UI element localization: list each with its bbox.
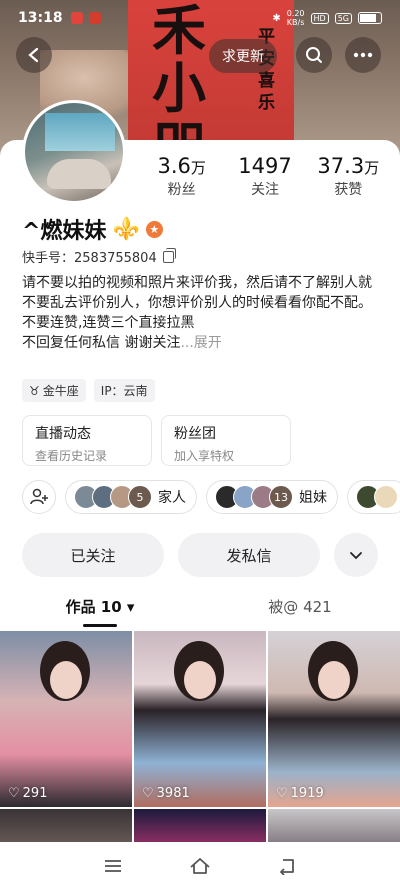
stat-likes[interactable]: 37.3万 获赞	[307, 154, 390, 199]
signal-5g-icon: 5G	[334, 12, 352, 24]
battery-icon	[358, 12, 382, 24]
fan-club-title: 粉丝团	[174, 426, 216, 442]
add-user-icon	[30, 488, 48, 505]
video-likes-count: 3981	[156, 786, 190, 801]
taurus-icon: ♉	[29, 383, 40, 398]
bio-line: 不要连赞,连赞三个直接拉黑	[22, 315, 195, 331]
tab-works-label: 作品 10	[65, 598, 122, 616]
home-icon	[190, 857, 210, 874]
more-button[interactable]	[345, 37, 381, 73]
kuaishou-id: 2583755804	[74, 251, 157, 266]
group-more-chip[interactable]	[347, 480, 400, 514]
zodiac-tag: ♉ 金牛座	[22, 379, 86, 402]
live-history-subtitle: 查看历史记录	[35, 449, 108, 463]
bio-line: 不回复任何私信 谢谢关注...展开	[22, 333, 382, 353]
video-thumbnail[interactable]: ♡ 3981	[134, 631, 266, 807]
home-nav-button[interactable]	[189, 857, 211, 875]
video-likes: ♡ 3981	[142, 786, 190, 801]
live-history-title: 直播动态	[35, 426, 91, 442]
add-friend-button[interactable]	[22, 480, 56, 514]
stat-likes-label: 获赞	[334, 182, 363, 198]
stat-followers[interactable]: 3.6万 粉丝	[140, 154, 223, 199]
member-count: 13	[269, 485, 293, 509]
live-history-box[interactable]: 直播动态 查看历史记录	[22, 415, 152, 466]
feature-boxes: 直播动态 查看历史记录 粉丝团 加入享特权	[22, 415, 291, 466]
group-family-label: 家人	[158, 490, 186, 506]
fleur-de-lis-icon: ⚜️	[112, 216, 140, 242]
chevron-left-icon	[28, 47, 39, 63]
group-sisters-chip[interactable]: 13 姐妹	[206, 480, 338, 514]
search-icon	[306, 47, 322, 63]
bio-line: 请不要以拍的视频和照片来评价我，然后请不了解别人就不要乱去评价别人，你想评价别人…	[22, 275, 372, 311]
request-update-button[interactable]: 求更新	[209, 39, 277, 73]
video-thumbnail[interactable]: ♡ 1919	[268, 631, 400, 807]
profile-bio: 请不要以拍的视频和照片来评价我，然后请不了解别人就不要乱去评价别人，你想评价别人…	[22, 273, 382, 353]
kuaishou-id-row: 快手号：2583755804	[22, 247, 176, 266]
app-notification-icon	[70, 12, 83, 24]
fan-club-subtitle: 加入享特权	[174, 449, 235, 463]
group-sisters-label: 姐妹	[299, 490, 327, 506]
zodiac-tag-label: 金牛座	[42, 384, 79, 398]
stat-followers-label: 粉丝	[167, 182, 196, 198]
bluetooth-icon: ✱	[272, 12, 281, 24]
video-likes: ♡ 291	[8, 786, 47, 801]
bio-expand-link[interactable]: ...展开	[180, 335, 221, 351]
heart-icon: ♡	[142, 786, 154, 801]
back-arrow-icon	[280, 858, 294, 875]
net-speed-unit: KB/s	[286, 18, 305, 27]
stat-following[interactable]: 1497 关注	[223, 154, 306, 199]
more-options-button[interactable]	[334, 533, 378, 577]
name-row: ^燃妹妹 ⚜️ ★	[22, 213, 163, 245]
tab-mentioned[interactable]: 被@ 421	[200, 596, 400, 625]
profile-stats: 3.6万 粉丝 1497 关注 37.3万 获赞	[140, 154, 390, 199]
video-likes-count: 1919	[290, 786, 324, 801]
heart-icon: ♡	[8, 786, 20, 801]
bio-line-text: 不回复任何私信 谢谢关注	[22, 335, 181, 351]
video-grid: ♡ 291 ♡ 3981 ♡ 1919	[0, 631, 400, 807]
net-speed: 0.20 KB/s	[287, 9, 305, 27]
profile-tags: ♉ 金牛座 IP：云南	[22, 379, 155, 402]
back-nav-button[interactable]	[277, 857, 297, 875]
stat-following-value: 1497	[238, 154, 292, 178]
ip-location-tag: IP：云南	[93, 379, 155, 402]
group-family-chip[interactable]: 5 家人	[65, 480, 197, 514]
followed-button[interactable]: 已关注	[22, 533, 164, 577]
group-chips: 5 家人 13 姐妹	[22, 480, 400, 514]
member-avatar	[374, 485, 398, 509]
video-likes-count: 291	[22, 786, 48, 801]
net-speed-value: 0.20	[286, 9, 305, 18]
hd-icon: HD	[310, 12, 329, 24]
profile-actions: 已关注 发私信	[22, 533, 378, 577]
menu-nav-button[interactable]	[103, 858, 123, 874]
profile-name: ^燃妹妹	[22, 219, 107, 244]
stat-followers-value: 3.6	[157, 154, 191, 178]
kuaishou-id-label: 快手号：	[22, 251, 75, 266]
stat-followers-unit: 万	[190, 159, 206, 177]
stat-likes-unit: 万	[364, 159, 380, 177]
heart-icon: ♡	[276, 786, 288, 801]
system-nav-bar	[0, 842, 400, 889]
tab-works[interactable]: 作品 10 ▾	[0, 596, 200, 627]
send-message-button[interactable]: 发私信	[178, 533, 320, 577]
app-notification-icon	[88, 12, 101, 24]
star-badge-icon[interactable]: ★	[145, 220, 163, 238]
video-likes: ♡ 1919	[276, 786, 324, 801]
avatar[interactable]	[22, 100, 126, 204]
search-button[interactable]	[296, 37, 332, 73]
caret-down-icon: ▾	[126, 598, 135, 616]
status-time: 13:18	[18, 10, 63, 26]
content-tabs: 作品 10 ▾ 被@ 421	[0, 596, 400, 627]
menu-icon	[105, 859, 121, 872]
status-bar: 13:18 ✱ 0.20 KB/s HD 5G	[0, 0, 400, 36]
chevron-down-icon	[350, 552, 362, 560]
member-count: 5	[128, 485, 152, 509]
more-dots-icon	[353, 52, 373, 58]
stat-following-label: 关注	[250, 182, 279, 198]
copy-icon[interactable]	[162, 247, 176, 263]
fan-club-box[interactable]: 粉丝团 加入享特权	[161, 415, 291, 466]
back-button[interactable]	[16, 37, 52, 73]
video-thumbnail[interactable]: ♡ 291	[0, 631, 132, 807]
stat-likes-value: 37.3	[317, 154, 365, 178]
